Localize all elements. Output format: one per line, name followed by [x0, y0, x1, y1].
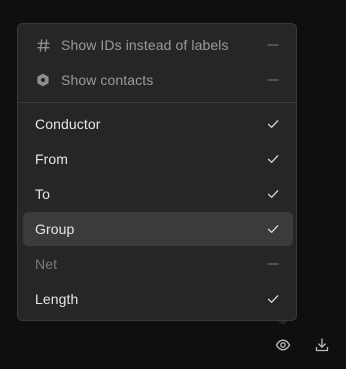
dash-icon — [267, 74, 279, 86]
download-button[interactable] — [311, 336, 333, 358]
option-label: Show IDs instead of labels — [61, 37, 229, 53]
visibility-button[interactable] — [272, 336, 294, 358]
checkmark-icon — [267, 153, 279, 165]
dash-icon — [267, 258, 279, 270]
column-label: To — [35, 186, 50, 202]
option-label: Show contacts — [61, 72, 154, 88]
column-label: Net — [35, 256, 58, 272]
checkmark-icon — [267, 118, 279, 130]
column-toggle-net[interactable]: Net — [23, 247, 293, 281]
screen: Show IDs instead of labels Show contacts… — [0, 0, 346, 369]
column-toggle-length[interactable]: Length — [23, 282, 293, 316]
eye-icon — [275, 337, 291, 358]
menu-pointer — [278, 321, 288, 325]
option-show-contacts[interactable]: Show contacts — [23, 63, 293, 97]
hash-icon — [36, 38, 50, 52]
column-toggle-group[interactable]: Group — [23, 212, 293, 246]
column-toggle-to[interactable]: To — [23, 177, 293, 211]
column-visibility-menu: Show IDs instead of labels Show contacts… — [17, 23, 297, 321]
menu-divider — [18, 102, 296, 103]
column-toggle-from[interactable]: From — [23, 142, 293, 176]
column-label: Length — [35, 291, 79, 307]
hexagon-icon — [36, 73, 50, 87]
dash-icon — [267, 39, 279, 51]
download-icon — [314, 337, 330, 358]
checkmark-icon — [267, 223, 279, 235]
column-label: From — [35, 151, 69, 167]
column-label: Conductor — [35, 116, 101, 132]
column-label: Group — [35, 221, 75, 237]
option-show-ids[interactable]: Show IDs instead of labels — [23, 28, 293, 62]
column-toggle-conductor[interactable]: Conductor — [23, 107, 293, 141]
checkmark-icon — [267, 293, 279, 305]
checkmark-icon — [267, 188, 279, 200]
